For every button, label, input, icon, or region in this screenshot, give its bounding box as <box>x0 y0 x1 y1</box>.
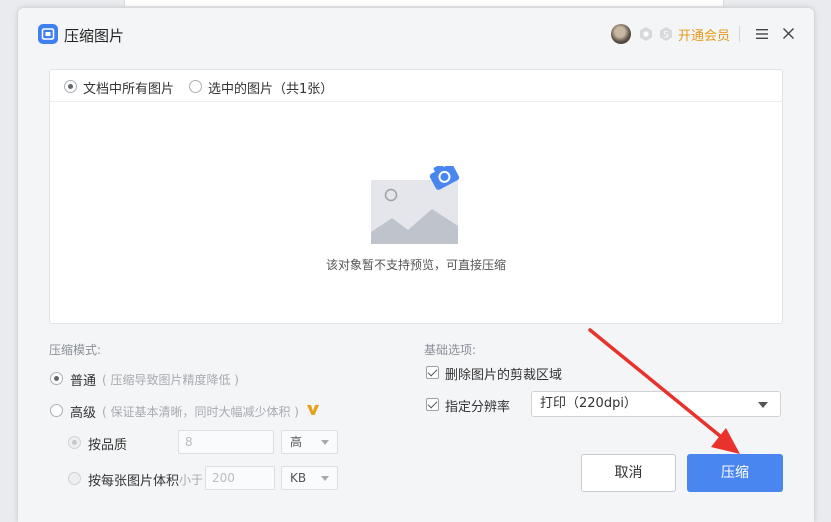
titlebar-divider <box>739 26 740 42</box>
basic-options-title: 基础选项: <box>424 343 477 357</box>
no-preview-image-icon <box>370 163 462 250</box>
chevron-down-icon <box>321 476 329 481</box>
resolution-value: 打印（220dpi） <box>540 396 637 411</box>
resolution-select[interactable]: 打印（220dpi） <box>531 391 781 417</box>
compress-app-icon <box>38 24 58 44</box>
vip-v-icon <box>306 403 320 421</box>
size-unit-value: KB <box>290 471 307 485</box>
crop-area-label[interactable]: 删除图片的剪裁区域 <box>445 364 562 383</box>
radio-mode-normal[interactable] <box>50 372 63 385</box>
super-member-badge-icon[interactable]: S <box>658 26 674 46</box>
close-icon[interactable] <box>782 27 795 44</box>
mode-normal-hint: ( 压缩导致图片精度降低 ) <box>102 373 239 387</box>
radio-by-quality[interactable] <box>68 436 81 449</box>
menu-icon[interactable] <box>755 28 769 44</box>
compress-button[interactable]: 压缩 <box>687 454 783 492</box>
svg-text:S: S <box>663 31 669 41</box>
crop-area-checkbox[interactable] <box>426 366 439 379</box>
dialog-title: 压缩图片 <box>64 27 125 45</box>
no-preview-message: 该对象暂不支持预览，可直接压缩 <box>325 258 506 272</box>
radio-all-images[interactable] <box>64 80 77 93</box>
scope-radio-group: 文档中所有图片 选中的图片（共1张） <box>50 70 782 102</box>
radio-by-size[interactable] <box>68 472 81 485</box>
resolution-checkbox[interactable] <box>426 398 439 411</box>
size-unit-select[interactable]: KB <box>281 466 338 490</box>
size-value-input[interactable]: 200 <box>205 466 275 490</box>
by-quality-label[interactable]: 按品质 <box>88 434 127 453</box>
vip-badge-icon[interactable] <box>638 26 654 46</box>
quality-value-input[interactable]: 8 <box>178 430 274 454</box>
size-prefix-label: 小于 <box>179 473 204 487</box>
image-preview-panel: 文档中所有图片 选中的图片（共1张） 该对象暂不支持预览，可直接压缩 <box>49 69 783 324</box>
quality-level-value: 高 <box>290 435 303 449</box>
title-bar: 压缩图片 S 开通会员 <box>18 8 814 60</box>
user-avatar[interactable] <box>611 24 631 44</box>
compress-mode-title: 压缩模式: <box>49 343 102 357</box>
by-size-label[interactable]: 按每张图片体积 <box>88 470 179 489</box>
mode-advanced-hint: ( 保证基本清晰，同时大幅减少体积 ) <box>102 405 299 419</box>
mode-normal-label[interactable]: 普通 <box>70 370 96 389</box>
quality-level-select[interactable]: 高 <box>281 430 338 454</box>
radio-selected-images-label[interactable]: 选中的图片（共1张） <box>208 78 333 97</box>
chevron-down-icon <box>758 402 768 408</box>
open-membership-link[interactable]: 开通会员 <box>678 25 730 44</box>
resolution-label[interactable]: 指定分辨率 <box>445 396 510 415</box>
radio-selected-images[interactable] <box>189 80 202 93</box>
chevron-down-icon <box>321 440 329 445</box>
radio-mode-advanced[interactable] <box>50 404 63 417</box>
cancel-button[interactable]: 取消 <box>581 454 676 492</box>
radio-all-images-label[interactable]: 文档中所有图片 <box>83 78 174 97</box>
document-background-edge <box>124 0 724 6</box>
mode-advanced-label[interactable]: 高级 <box>70 402 96 421</box>
compress-images-dialog: 压缩图片 S 开通会员 文档中所有图片 选中的图片（共1张） 该对象暂不支持预览… <box>18 8 814 522</box>
